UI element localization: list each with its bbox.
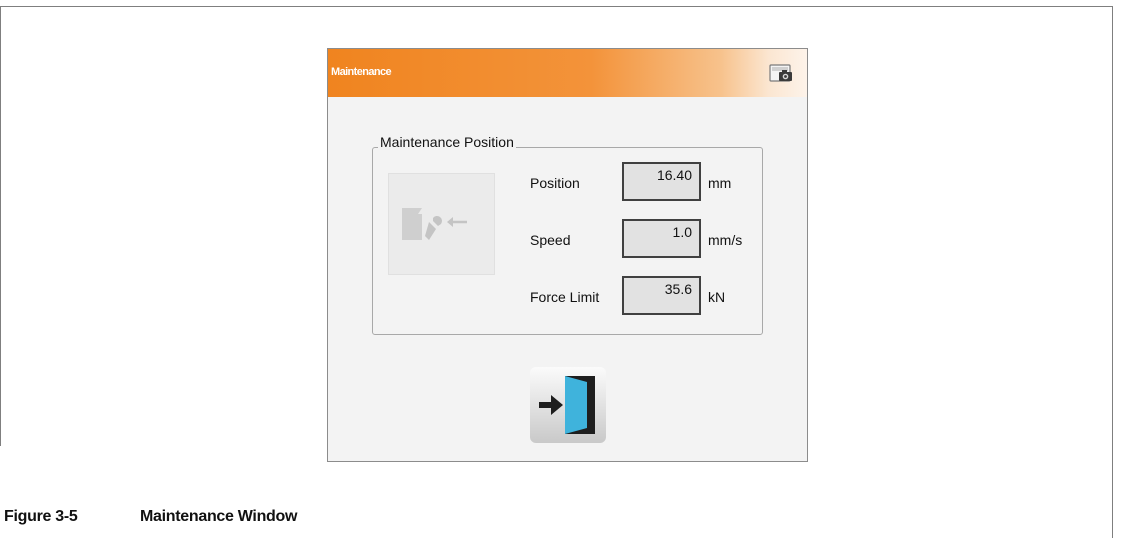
maintenance-wrench-icon bbox=[402, 208, 467, 240]
exit-button[interactable] bbox=[529, 366, 607, 444]
exit-door-icon bbox=[530, 367, 606, 443]
force-limit-unit: kN bbox=[708, 289, 726, 305]
window-title: Maintenance bbox=[331, 66, 392, 78]
maintenance-tool-button bbox=[388, 173, 495, 275]
force-limit-label: Force Limit bbox=[530, 289, 600, 305]
speed-value-field: 1.0 bbox=[622, 219, 701, 258]
speed-unit: mm/s bbox=[708, 232, 743, 248]
figure-title: Maintenance Window bbox=[140, 508, 298, 525]
figure-number: Figure 3-5 bbox=[4, 508, 78, 525]
position-label: Position bbox=[530, 175, 580, 191]
figure-frame-left-border bbox=[0, 6, 1, 446]
screenshot-button[interactable] bbox=[766, 59, 796, 87]
force-limit-value-field: 35.6 bbox=[622, 276, 701, 315]
maintenance-window: Maintenance Maintenance Position Positio… bbox=[327, 48, 808, 462]
speed-label: Speed bbox=[530, 232, 571, 248]
position-unit: mm bbox=[708, 175, 732, 191]
group-title: Maintenance Position bbox=[378, 134, 516, 150]
screenshot-camera-icon bbox=[769, 64, 792, 82]
position-value-field: 16.40 bbox=[622, 162, 701, 201]
window-titlebar: Maintenance bbox=[328, 49, 807, 97]
